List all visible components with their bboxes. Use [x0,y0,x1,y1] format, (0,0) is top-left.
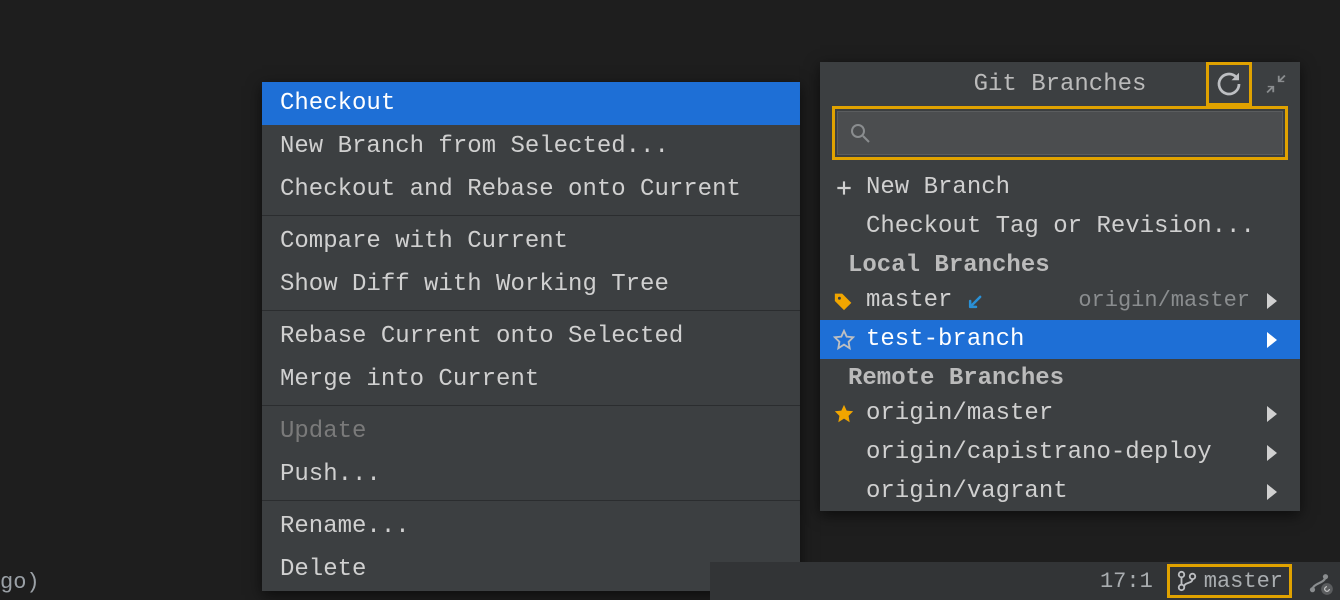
tag-icon [830,290,858,312]
menu-item-update: Update [262,410,800,453]
remote-branch-origin-capistrano-deploy[interactable]: origin/capistrano-deploy [820,433,1300,472]
fetch-button[interactable] [1206,62,1252,106]
menu-item-checkout[interactable]: Checkout [262,82,800,125]
collapse-diagonal-icon [1265,73,1287,95]
menu-item-label: Delete [280,556,366,583]
menu-item-label: Checkout and Rebase onto Current [280,176,741,203]
menu-separator [262,500,800,501]
menu-item-label: Push... [280,461,381,488]
local-branches-header: Local Branches [820,246,1300,281]
chevron-right-icon [1266,293,1282,309]
incoming-commits-icon [966,291,986,311]
branches-list: New Branch Checkout Tag or Revision... L… [820,168,1300,511]
branch-search-box[interactable] [837,111,1283,155]
branch-name: test-branch [866,326,1024,353]
menu-item-rename[interactable]: Rename... [262,505,800,548]
action-label: New Branch [866,174,1010,201]
git-branch-icon [1176,570,1198,592]
menu-item-new-branch-from-selected[interactable]: New Branch from Selected... [262,125,800,168]
line-column-indicator[interactable]: 17:1 [1100,569,1153,594]
menu-item-checkout-rebase-onto-current[interactable]: Checkout and Rebase onto Current [262,168,800,211]
git-branches-popup: Git Branches New Branch [820,62,1300,511]
branch-search-input[interactable] [882,121,1272,146]
chevron-right-icon [1266,332,1282,348]
menu-item-label: Checkout [280,90,395,117]
menu-item-compare-with-current[interactable]: Compare with Current [262,220,800,263]
menu-item-rebase-current-onto-selected[interactable]: Rebase Current onto Selected [262,315,800,358]
action-label: Checkout Tag or Revision... [866,213,1255,240]
commit-indicator-icon[interactable] [1306,568,1332,594]
menu-separator [262,310,800,311]
remote-branch-origin-vagrant[interactable]: origin/vagrant [820,472,1300,511]
plus-icon [830,178,858,198]
menu-item-label: Rebase Current onto Selected [280,323,683,350]
menu-item-label: Show Diff with Working Tree [280,271,669,298]
branch-context-menu: Checkout New Branch from Selected... Che… [262,82,800,591]
status-bar: 17:1 master [710,562,1340,600]
git-branches-header: Git Branches [820,62,1300,106]
menu-item-push[interactable]: Push... [262,453,800,496]
branch-name: origin/vagrant [866,478,1068,505]
menu-item-label: New Branch from Selected... [280,133,669,160]
chevron-right-icon [1266,484,1282,500]
star-outline-icon [830,329,858,351]
chevron-right-icon [1266,445,1282,461]
menu-separator [262,405,800,406]
local-branch-test-branch[interactable]: test-branch [820,320,1300,359]
new-branch-action[interactable]: New Branch [820,168,1300,207]
menu-separator [262,215,800,216]
branch-name: master [866,287,952,314]
search-icon [848,121,872,145]
branch-name: origin/master [866,400,1053,427]
checkout-tag-action[interactable]: Checkout Tag or Revision... [820,207,1300,246]
editor-text-fragment: go) [0,570,40,595]
restore-popup-size-button[interactable] [1262,70,1290,98]
remote-branches-header: Remote Branches [820,359,1300,394]
menu-item-label: Merge into Current [280,366,539,393]
menu-item-label: Rename... [280,513,410,540]
refresh-icon [1214,69,1244,99]
chevron-right-icon [1266,406,1282,422]
branch-name: origin/capistrano-deploy [866,439,1212,466]
tracking-label: origin/master [1078,288,1250,313]
remote-branch-origin-master[interactable]: origin/master [820,394,1300,433]
branch-search-highlight [832,106,1288,160]
current-branch-indicator[interactable]: master [1167,564,1292,598]
git-branches-title: Git Branches [974,71,1147,98]
menu-item-show-diff-working-tree[interactable]: Show Diff with Working Tree [262,263,800,306]
menu-item-label: Update [280,418,366,445]
current-branch-name: master [1204,569,1283,594]
menu-item-label: Compare with Current [280,228,568,255]
star-filled-icon [830,403,858,425]
local-branch-master[interactable]: master origin/master [820,281,1300,320]
menu-item-merge-into-current[interactable]: Merge into Current [262,358,800,401]
